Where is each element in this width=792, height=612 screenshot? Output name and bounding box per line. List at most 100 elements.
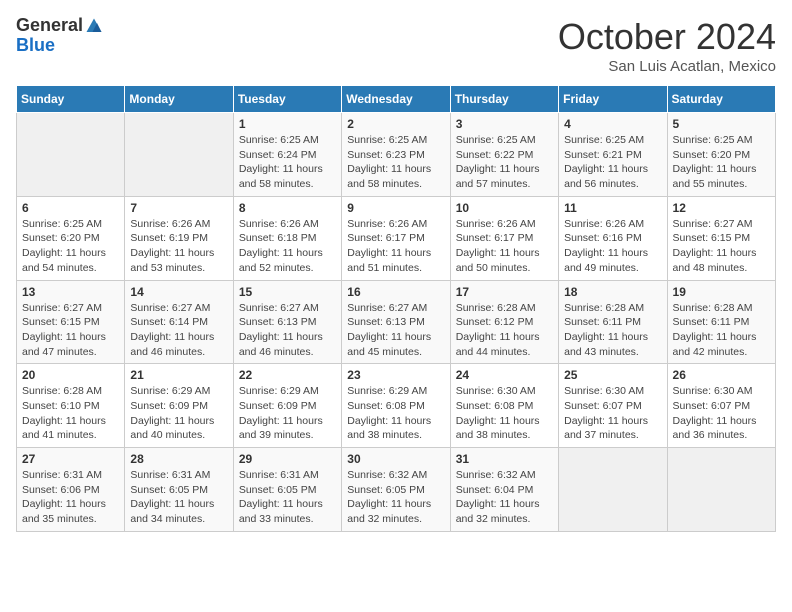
day-number: 10 [456,201,553,215]
calendar-cell: 2Sunrise: 6:25 AM Sunset: 6:23 PM Daylig… [342,113,450,197]
calendar-cell: 29Sunrise: 6:31 AM Sunset: 6:05 PM Dayli… [233,448,341,532]
calendar-cell: 16 Sunrise: 6:27 AM Sunset: 6:13 PM Dayli… [342,280,450,364]
page-header: General Blue October 2024 San Luis Acatl… [16,16,776,75]
day-number: 31 [456,452,553,466]
day-number: 22 [239,368,336,382]
day-number: 11 [564,201,661,215]
day-info: Sunrise: 6:27 AM Sunset: 6:13 PM Dayligh… [239,301,336,360]
day-info: Sunrise: 6:30 AM Sunset: 6:07 PM Dayligh… [673,384,770,443]
day-info: Sunrise: 6:28 AM Sunset: 6:10 PM Dayligh… [22,384,119,443]
day-number: 25 [564,368,661,382]
week-row-5: 27 Sunrise: 6:31 AM Sunset: 6:06 PM Dayli… [17,448,776,532]
header-day-tuesday: Tuesday [233,86,341,113]
calendar-cell: 17 Sunrise: 6:28 AM Sunset: 6:12 PM Dayli… [450,280,558,364]
day-info: Sunrise: 6:29 AM Sunset: 6:08 PM Dayligh… [347,384,444,443]
title-block: October 2024 San Luis Acatlan, Mexico [558,16,776,75]
day-info: Sunrise: 6:26 AM Sunset: 6:17 PM Dayligh… [347,217,444,276]
day-number: 19 [673,285,770,299]
calendar-cell: 4 Sunrise: 6:25 AM Sunset: 6:21 PM Daylig… [559,113,667,197]
calendar-cell: 10 Sunrise: 6:26 AM Sunset: 6:17 PM Dayli… [450,196,558,280]
logo: General Blue [16,16,103,56]
day-info: Sunrise: 6:26 AM Sunset: 6:18 PM Dayligh… [239,217,336,276]
calendar-cell: 5 Sunrise: 6:25 AM Sunset: 6:20 PM Daylig… [667,113,775,197]
month-title: October 2024 [558,16,776,58]
day-info: Sunrise: 6:27 AM Sunset: 6:15 PM Dayligh… [22,301,119,360]
day-info: Sunrise: 6:31 AM Sunset: 6:05 PM Dayligh… [130,468,227,527]
calendar-cell: 19Sunrise: 6:28 AM Sunset: 6:11 PM Dayli… [667,280,775,364]
day-info: Sunrise: 6:28 AM Sunset: 6:12 PM Dayligh… [456,301,553,360]
day-number: 26 [673,368,770,382]
calendar-cell: 13 Sunrise: 6:27 AM Sunset: 6:15 PM Dayli… [17,280,125,364]
day-number: 15 [239,285,336,299]
calendar-cell: 23 Sunrise: 6:29 AM Sunset: 6:08 PM Dayli… [342,364,450,448]
logo-general-text: General [16,16,83,36]
day-info: Sunrise: 6:26 AM Sunset: 6:16 PM Dayligh… [564,217,661,276]
week-row-4: 20 Sunrise: 6:28 AM Sunset: 6:10 PM Dayli… [17,364,776,448]
calendar-cell [559,448,667,532]
day-number: 18 [564,285,661,299]
day-number: 24 [456,368,553,382]
calendar-cell: 1Sunrise: 6:25 AM Sunset: 6:24 PM Daylig… [233,113,341,197]
day-info: Sunrise: 6:26 AM Sunset: 6:17 PM Dayligh… [456,217,553,276]
calendar-cell: 28Sunrise: 6:31 AM Sunset: 6:05 PM Dayli… [125,448,233,532]
header-day-monday: Monday [125,86,233,113]
calendar-cell: 30Sunrise: 6:32 AM Sunset: 6:05 PM Dayli… [342,448,450,532]
day-info: Sunrise: 6:32 AM Sunset: 6:05 PM Dayligh… [347,468,444,527]
calendar-cell: 18 Sunrise: 6:28 AM Sunset: 6:11 PM Dayli… [559,280,667,364]
day-number: 23 [347,368,444,382]
day-number: 20 [22,368,119,382]
calendar-cell: 8 Sunrise: 6:26 AM Sunset: 6:18 PM Daylig… [233,196,341,280]
day-info: Sunrise: 6:28 AM Sunset: 6:11 PM Dayligh… [564,301,661,360]
header-day-saturday: Saturday [667,86,775,113]
week-row-3: 13 Sunrise: 6:27 AM Sunset: 6:15 PM Dayli… [17,280,776,364]
calendar-cell: 3 Sunrise: 6:25 AM Sunset: 6:22 PM Daylig… [450,113,558,197]
day-number: 5 [673,117,770,131]
day-number: 16 [347,285,444,299]
day-info: Sunrise: 6:25 AM Sunset: 6:20 PM Dayligh… [673,133,770,192]
calendar-cell: 25 Sunrise: 6:30 AM Sunset: 6:07 PM Dayli… [559,364,667,448]
day-info: Sunrise: 6:27 AM Sunset: 6:13 PM Dayligh… [347,301,444,360]
calendar-cell: 26 Sunrise: 6:30 AM Sunset: 6:07 PM Dayli… [667,364,775,448]
logo-icon [85,17,103,35]
calendar-cell: 11 Sunrise: 6:26 AM Sunset: 6:16 PM Dayli… [559,196,667,280]
day-number: 12 [673,201,770,215]
calendar-cell: 20 Sunrise: 6:28 AM Sunset: 6:10 PM Dayli… [17,364,125,448]
location-text: San Luis Acatlan, Mexico [558,58,776,75]
header-day-sunday: Sunday [17,86,125,113]
day-number: 3 [456,117,553,131]
day-info: Sunrise: 6:27 AM Sunset: 6:15 PM Dayligh… [673,217,770,276]
calendar-cell: 15 Sunrise: 6:27 AM Sunset: 6:13 PM Dayli… [233,280,341,364]
day-info: Sunrise: 6:25 AM Sunset: 6:21 PM Dayligh… [564,133,661,192]
calendar-cell: 27 Sunrise: 6:31 AM Sunset: 6:06 PM Dayli… [17,448,125,532]
day-info: Sunrise: 6:30 AM Sunset: 6:07 PM Dayligh… [564,384,661,443]
day-number: 6 [22,201,119,215]
day-info: Sunrise: 6:26 AM Sunset: 6:19 PM Dayligh… [130,217,227,276]
day-number: 17 [456,285,553,299]
calendar-body: 1Sunrise: 6:25 AM Sunset: 6:24 PM Daylig… [17,113,776,532]
day-number: 8 [239,201,336,215]
header-row: SundayMondayTuesdayWednesdayThursdayFrid… [17,86,776,113]
day-info: Sunrise: 6:31 AM Sunset: 6:06 PM Dayligh… [22,468,119,527]
header-day-thursday: Thursday [450,86,558,113]
day-info: Sunrise: 6:29 AM Sunset: 6:09 PM Dayligh… [130,384,227,443]
day-info: Sunrise: 6:27 AM Sunset: 6:14 PM Dayligh… [130,301,227,360]
day-number: 13 [22,285,119,299]
calendar-cell [667,448,775,532]
calendar-cell [125,113,233,197]
day-info: Sunrise: 6:30 AM Sunset: 6:08 PM Dayligh… [456,384,553,443]
calendar-cell: 6Sunrise: 6:25 AM Sunset: 6:20 PM Daylig… [17,196,125,280]
day-info: Sunrise: 6:25 AM Sunset: 6:22 PM Dayligh… [456,133,553,192]
day-number: 2 [347,117,444,131]
day-number: 9 [347,201,444,215]
day-info: Sunrise: 6:29 AM Sunset: 6:09 PM Dayligh… [239,384,336,443]
calendar-cell [17,113,125,197]
day-number: 27 [22,452,119,466]
day-number: 1 [239,117,336,131]
logo-blue-text: Blue [16,36,103,56]
calendar-cell: 22 Sunrise: 6:29 AM Sunset: 6:09 PM Dayli… [233,364,341,448]
calendar-cell: 9 Sunrise: 6:26 AM Sunset: 6:17 PM Daylig… [342,196,450,280]
calendar-cell: 21Sunrise: 6:29 AM Sunset: 6:09 PM Dayli… [125,364,233,448]
calendar-cell: 24 Sunrise: 6:30 AM Sunset: 6:08 PM Dayli… [450,364,558,448]
day-number: 4 [564,117,661,131]
day-info: Sunrise: 6:32 AM Sunset: 6:04 PM Dayligh… [456,468,553,527]
